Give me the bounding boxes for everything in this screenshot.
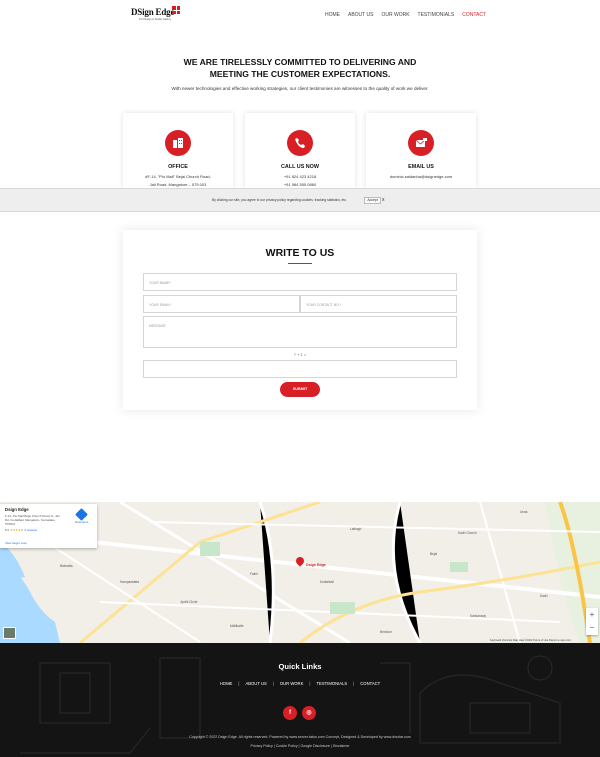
logo-text: DSign Edge xyxy=(131,7,175,17)
rating-value: 5.0 xyxy=(5,528,10,532)
place-address: F-14, Pio Mall Bejai Church Road, N, Jai… xyxy=(5,514,60,526)
logo[interactable]: DSign Edge Pvt Design & Studio Gallery xyxy=(131,6,181,24)
map-label: Lalbagh xyxy=(350,527,362,531)
copyright-text: Copyright © 2022 Dsign Edge. All rights … xyxy=(189,735,411,739)
message-textarea[interactable]: MESSAGE xyxy=(143,316,457,348)
captcha-question: 7 + 1 = xyxy=(293,352,307,357)
hero-heading: WE ARE TIRELESSLY COMMITTED TO DELIVERIN… xyxy=(0,56,600,80)
cookie-banner: By clicking our site, you agree to our p… xyxy=(0,188,600,212)
map-label: Kodialbail xyxy=(320,580,334,584)
form-title: WRITE TO US xyxy=(265,247,335,259)
zoom-out-button[interactable]: − xyxy=(586,621,598,634)
directions-button[interactable]: Directions xyxy=(75,508,89,524)
footer-link-home[interactable]: HOME xyxy=(220,681,233,686)
contact-number-input[interactable]: YOUR CONTACT NO.* xyxy=(300,295,457,313)
name-input[interactable]: YOUR NAME* xyxy=(143,273,457,291)
map-info-card: Dsign Edge F-14, Pio Mall Bejai Church R… xyxy=(0,504,97,548)
hero-line-2: MEETING THE CUSTOMER EXPECTATIONS. xyxy=(209,69,391,79)
map-label: Kadri xyxy=(540,594,548,598)
map-layers-thumbnail[interactable] xyxy=(3,627,16,639)
google-map[interactable]: Kadri Church Jyothi Circle Lalbagh Bejai… xyxy=(0,502,600,643)
logo-mark-icon xyxy=(172,6,180,14)
nav-testimonials[interactable]: TESTIMONIALS xyxy=(418,12,455,18)
submit-button[interactable]: SUBMIT xyxy=(280,382,320,397)
hero-subtitle: With newer technologies and effective wo… xyxy=(171,86,429,91)
map-label: Jyothi Circle xyxy=(180,600,198,604)
footer-link-testimonials[interactable]: TESTIMONIALS xyxy=(316,681,347,686)
map-label: Falnir xyxy=(250,572,258,576)
close-icon[interactable]: x xyxy=(382,197,385,203)
facebook-icon[interactable]: f xyxy=(283,706,297,720)
map-attribution: Keyboard shortcuts Map data ©2022 Terms … xyxy=(490,639,571,642)
map-label: Bejai xyxy=(430,552,438,556)
email-input[interactable]: YOUR EMAIL* xyxy=(143,295,300,313)
map-label: Balmatta xyxy=(60,564,73,568)
card-title: CALL US NOW xyxy=(281,164,319,170)
nav-our-work[interactable]: OUR WORK xyxy=(381,12,409,18)
building-icon xyxy=(165,130,191,156)
map-label: Bendoor xyxy=(380,630,393,634)
captcha-input[interactable] xyxy=(143,360,457,378)
contact-form: WRITE TO US YOUR NAME* YOUR EMAIL* YOUR … xyxy=(123,230,477,410)
title-underline xyxy=(288,263,312,264)
footer-link-contact[interactable]: CONTACT xyxy=(360,681,380,686)
footer-nav: HOME | ABOUT US | OUR WORK | TESTIMONIALS | CONT… xyxy=(219,681,381,686)
cookie-text: By clicking our site, you agree to our p… xyxy=(212,198,347,202)
map-label: Kankanady xyxy=(470,614,486,618)
accept-button[interactable]: Accept xyxy=(364,197,381,204)
card-title: OFFICE xyxy=(168,164,188,170)
directions-icon xyxy=(75,508,89,521)
main-nav: HOME ABOUT US OUR WORK TESTIMONIALS CONT… xyxy=(325,12,486,18)
phone-icon xyxy=(287,130,313,156)
email-icon xyxy=(408,130,434,156)
nav-home[interactable]: HOME xyxy=(325,12,340,18)
zoom-control: + − xyxy=(586,608,598,635)
email-card: EMAIL US dominic.saldanha@dsignedge.com xyxy=(366,113,476,189)
call-card: CALL US NOW +91 824 423 4218 +91 984 555… xyxy=(245,113,355,189)
instagram-icon[interactable]: ◎ xyxy=(302,706,316,720)
site-header: DSign Edge Pvt Design & Studio Gallery H… xyxy=(0,0,600,30)
nav-about-us[interactable]: ABOUT US xyxy=(348,12,373,18)
card-title: EMAIL US xyxy=(408,164,434,170)
card-line: #F-14, "Pio Mall" Bejai Church Road, xyxy=(145,174,211,179)
rating-stars: ★★★★★ xyxy=(10,528,24,532)
quick-links-title: Quick Links xyxy=(278,662,322,671)
nav-contact[interactable]: CONTACT xyxy=(462,12,486,18)
reviews-link[interactable]: 6 reviews xyxy=(24,528,37,532)
footer-link-about-us[interactable]: ABOUT US xyxy=(245,681,266,686)
policy-links[interactable]: Privacy Policy | Cookie Policy | Google … xyxy=(0,744,600,748)
footer-link-our-work[interactable]: OUR WORK xyxy=(280,681,304,686)
hero-line-1: WE ARE TIRELESSLY COMMITTED TO DELIVERIN… xyxy=(183,57,417,67)
place-rating: 5.0 ★★★★★ 6 reviews xyxy=(5,528,92,532)
card-line[interactable]: +91 984 555 0860 xyxy=(245,182,355,187)
card-line[interactable]: dominic.saldanha@dsignedge.com xyxy=(366,174,476,179)
map-label: Urwa xyxy=(520,510,528,514)
logo-tagline: Pvt Design & Studio Gallery xyxy=(139,18,172,21)
map-label: Kadri Church xyxy=(458,531,477,535)
card-line: Jail Road, Mangalore – 575 003 xyxy=(149,182,207,187)
zoom-in-button[interactable]: + xyxy=(586,608,598,621)
card-line[interactable]: +91 824 423 4218 xyxy=(245,174,355,179)
office-card: OFFICE #F-14, "Pio Mall" Bejai Church Ro… xyxy=(123,113,233,189)
view-larger-map-link[interactable]: View larger map xyxy=(5,541,27,545)
map-label: Hampankatta xyxy=(120,580,139,584)
site-footer: Quick Links HOME | ABOUT US | OUR WORK | TESTI… xyxy=(0,643,600,757)
footer-background-illustration xyxy=(20,655,561,754)
map-label: Mallikatte xyxy=(230,624,244,628)
map-pin-label: Dsign Edge xyxy=(306,563,326,567)
